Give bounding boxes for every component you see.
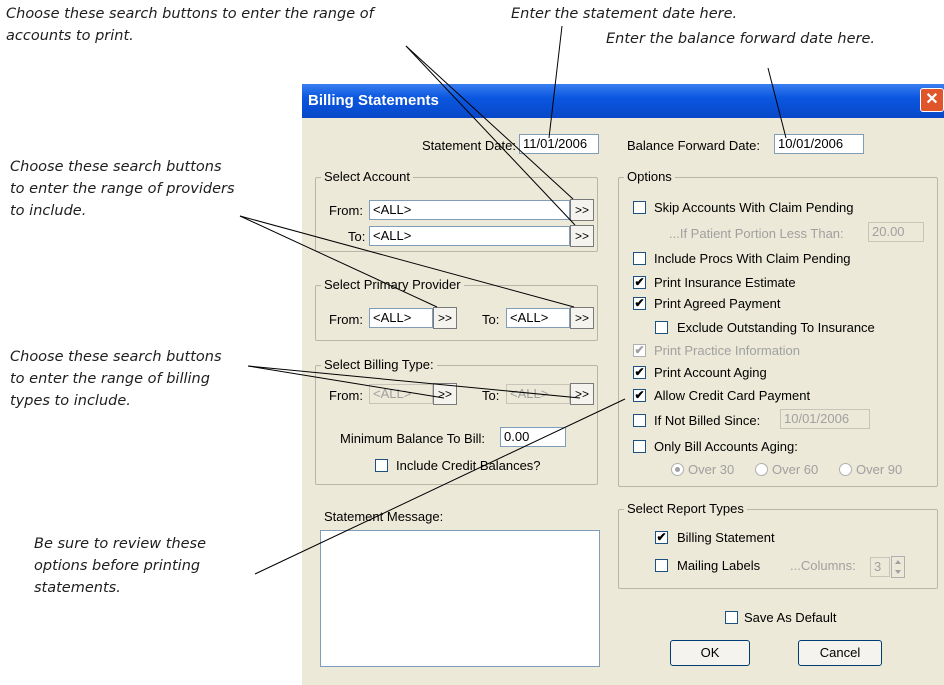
only-bill-aging-label: Only Bill Accounts Aging:: [654, 439, 798, 454]
provider-from-label: From:: [329, 312, 363, 327]
over90-label: Over 90: [856, 462, 903, 477]
if-not-billed-date-field[interactable]: 10/01/2006: [780, 409, 870, 429]
exclude-outstanding-label: Exclude Outstanding To Insurance: [677, 320, 875, 335]
balance-forward-date-field[interactable]: 10/01/2006: [774, 134, 864, 154]
billing-to-field[interactable]: <ALL>: [506, 384, 570, 404]
print-insurance-estimate-label: Print Insurance Estimate: [654, 275, 796, 290]
title-bar: Billing Statements ✕: [302, 84, 944, 118]
provider-to-field[interactable]: <ALL>: [506, 308, 570, 328]
report-types-group: [618, 509, 938, 589]
report-types-title: Select Report Types: [624, 501, 747, 516]
billing-to-search-button[interactable]: >>: [570, 383, 594, 405]
include-credit-label: Include Credit Balances?: [396, 458, 541, 473]
billing-from-search-button[interactable]: >>: [433, 383, 457, 405]
save-default-checkbox[interactable]: [725, 611, 738, 624]
statement-message-label: Statement Message:: [324, 509, 444, 524]
over30-radio[interactable]: [671, 463, 684, 476]
over60-radio[interactable]: [755, 463, 768, 476]
over90-radio[interactable]: [839, 463, 852, 476]
callout-billing-types: Choose these search buttons to enter the…: [10, 349, 222, 409]
callout-review-options: Be sure to review these options before p…: [34, 536, 207, 596]
columns-field[interactable]: 3: [870, 557, 890, 577]
billing-statements-dialog: Billing Statements ✕ Statement Date: 11/…: [302, 84, 944, 685]
billing-statement-label: Billing Statement: [677, 530, 775, 545]
cancel-button[interactable]: Cancel: [798, 640, 882, 666]
statement-message-textarea[interactable]: [320, 530, 600, 667]
account-from-search-button[interactable]: >>: [570, 199, 594, 221]
print-account-aging-label: Print Account Aging: [654, 365, 767, 380]
provider-from-field[interactable]: <ALL>: [369, 308, 433, 328]
callout-statement-date: Enter the statement date here.: [511, 6, 738, 22]
callout-search-accounts: Choose these search buttons to enter the…: [6, 6, 374, 44]
if-not-billed-checkbox[interactable]: [633, 414, 646, 427]
print-insurance-estimate-checkbox[interactable]: ✔: [633, 276, 646, 289]
patient-portion-field[interactable]: 20.00: [868, 222, 924, 242]
account-to-field[interactable]: <ALL>: [369, 226, 570, 246]
columns-spinner[interactable]: [891, 556, 905, 578]
over60-label: Over 60: [772, 462, 819, 477]
print-agreed-payment-label: Print Agreed Payment: [654, 296, 781, 311]
include-procs-checkbox[interactable]: [633, 252, 646, 265]
print-practice-info-label: Print Practice Information: [654, 343, 800, 358]
statement-date-label: Statement Date:: [422, 138, 516, 153]
callout-providers: Choose these search buttons to enter the…: [10, 159, 235, 219]
provider-to-search-button[interactable]: >>: [570, 307, 594, 329]
billing-from-label: From:: [329, 388, 363, 403]
statement-date-field[interactable]: 11/01/2006: [519, 134, 599, 154]
spinner-up-icon[interactable]: [895, 560, 901, 564]
close-icon[interactable]: ✕: [920, 88, 944, 112]
include-procs-label: Include Procs With Claim Pending: [654, 251, 851, 266]
mailing-labels-checkbox[interactable]: [655, 559, 668, 572]
account-to-search-button[interactable]: >>: [570, 225, 594, 247]
exclude-outstanding-checkbox[interactable]: [655, 321, 668, 334]
skip-claim-pending-label: Skip Accounts With Claim Pending: [654, 200, 854, 215]
skip-claim-pending-checkbox[interactable]: [633, 201, 646, 214]
billing-statement-checkbox[interactable]: ✔: [655, 531, 668, 544]
save-default-label: Save As Default: [744, 610, 837, 625]
over30-label: Over 30: [688, 462, 735, 477]
dialog-title: Billing Statements: [308, 92, 439, 109]
min-balance-field[interactable]: 0.00: [500, 427, 566, 447]
options-title: Options: [624, 169, 675, 184]
select-account-title: Select Account: [321, 169, 413, 184]
spinner-down-icon[interactable]: [895, 570, 901, 574]
billing-from-field[interactable]: <ALL>: [369, 384, 433, 404]
print-practice-info-checkbox[interactable]: ✔: [633, 344, 646, 357]
billing-to-label: To:: [482, 388, 500, 403]
ok-button[interactable]: OK: [670, 640, 750, 666]
if-not-billed-label: If Not Billed Since:: [654, 413, 761, 428]
only-bill-aging-checkbox[interactable]: [633, 440, 646, 453]
provider-from-search-button[interactable]: >>: [433, 307, 457, 329]
allow-credit-card-label: Allow Credit Card Payment: [654, 388, 811, 403]
allow-credit-card-checkbox[interactable]: ✔: [633, 389, 646, 402]
mailing-labels-label: Mailing Labels: [677, 558, 761, 573]
include-credit-checkbox[interactable]: [375, 459, 388, 472]
balance-forward-date-label: Balance Forward Date:: [627, 138, 760, 153]
provider-to-label: To:: [482, 312, 500, 327]
account-from-label: From:: [329, 203, 363, 218]
account-to-label: To:: [348, 229, 366, 244]
print-agreed-payment-checkbox[interactable]: ✔: [633, 297, 646, 310]
columns-label: ...Columns:: [790, 558, 856, 573]
patient-portion-label: ...If Patient Portion Less Than:: [669, 226, 844, 241]
account-from-field[interactable]: <ALL>: [369, 200, 570, 220]
select-provider-title: Select Primary Provider: [321, 277, 464, 292]
select-billing-type-title: Select Billing Type:: [321, 357, 437, 372]
min-balance-label: Minimum Balance To Bill:: [340, 431, 485, 446]
callout-balance-forward: Enter the balance forward date here.: [606, 31, 875, 47]
print-account-aging-checkbox[interactable]: ✔: [633, 366, 646, 379]
